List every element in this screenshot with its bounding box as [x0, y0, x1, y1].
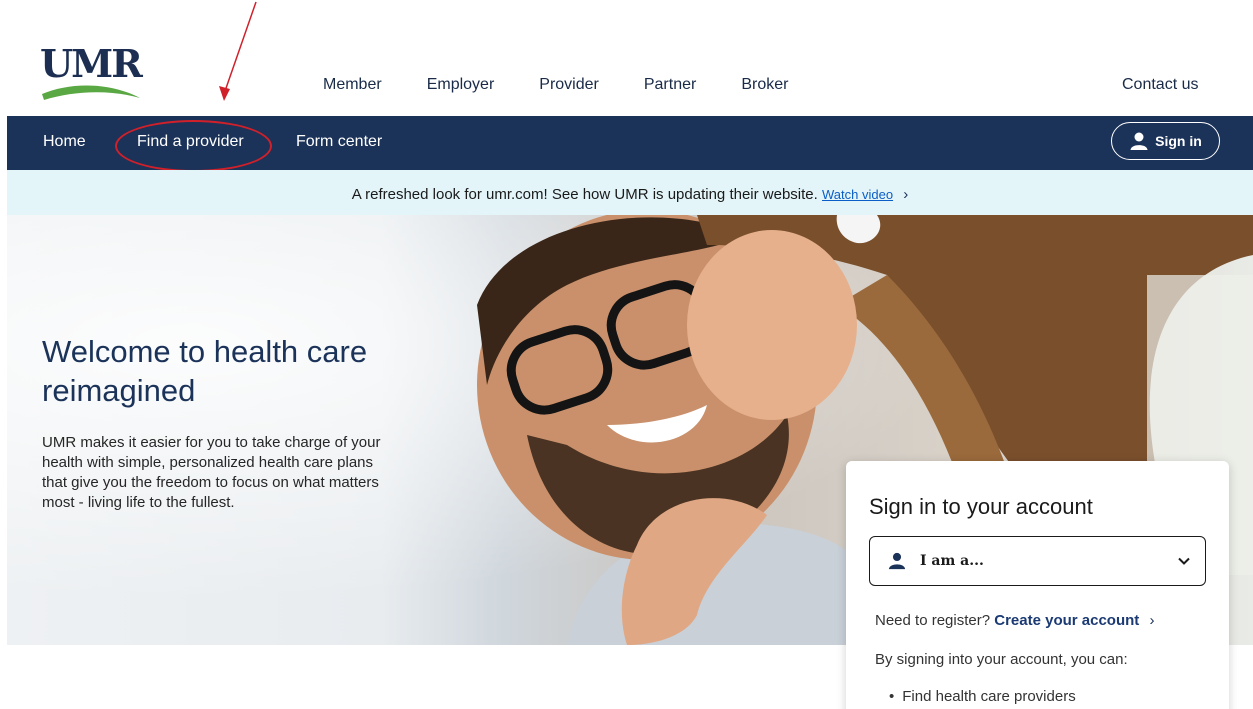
benefit-intro: By signing into your account, you can:: [875, 651, 1128, 668]
logo-text: UMR: [40, 41, 143, 86]
hero-title: Welcome to health care reimagined: [42, 334, 368, 408]
register-prompt: Need to register? Create your account ›: [875, 612, 1154, 629]
sign-in-card: Sign in to your account I am a... Need t…: [846, 461, 1229, 709]
chevron-right-icon: ›: [1149, 612, 1155, 629]
audience-nav: Member Employer Provider Partner Broker: [323, 76, 833, 94]
audience-partner[interactable]: Partner: [644, 76, 696, 94]
benefit-list: Find health care providers: [889, 688, 1075, 705]
register-prompt-text: Need to register?: [875, 612, 991, 629]
create-account-link[interactable]: Create your account: [994, 612, 1139, 629]
audience-broker[interactable]: Broker: [741, 76, 788, 94]
watch-video-link[interactable]: Watch video: [822, 187, 893, 202]
audience-employer[interactable]: Employer: [427, 76, 495, 94]
audience-provider[interactable]: Provider: [539, 76, 599, 94]
user-icon: [888, 552, 906, 570]
announcement-banner: A refreshed look for umr.com! See how UM…: [7, 170, 1253, 215]
sign-in-button[interactable]: Sign in: [1111, 122, 1220, 160]
list-item: Find health care providers: [889, 688, 1075, 705]
annotation-circle: [115, 120, 272, 172]
contact-us-link[interactable]: Contact us: [1122, 76, 1198, 94]
page: UMR Member Employer Provider Partner Bro…: [0, 0, 1253, 709]
sign-in-label: Sign in: [1155, 133, 1202, 149]
umr-logo[interactable]: UMR: [40, 44, 144, 104]
chevron-down-icon: [1178, 557, 1190, 565]
nav-form-center[interactable]: Form center: [296, 133, 382, 151]
logo-swoosh-icon: [42, 85, 140, 100]
audience-member[interactable]: Member: [323, 76, 382, 94]
chevron-right-icon: ›: [903, 186, 909, 203]
role-select[interactable]: I am a...: [869, 536, 1206, 586]
top-header: UMR Member Employer Provider Partner Bro…: [0, 0, 1253, 116]
banner-text: A refreshed look for umr.com! See how UM…: [351, 186, 818, 203]
role-select-value: I am a...: [920, 553, 984, 569]
user-icon: [1130, 132, 1148, 150]
nav-home[interactable]: Home: [43, 133, 86, 151]
hero-body: UMR makes it easier for you to take char…: [42, 434, 381, 511]
sign-in-card-title: Sign in to your account: [869, 494, 1093, 519]
primary-nav: Home Find a provider Form center Sign in: [7, 116, 1253, 172]
